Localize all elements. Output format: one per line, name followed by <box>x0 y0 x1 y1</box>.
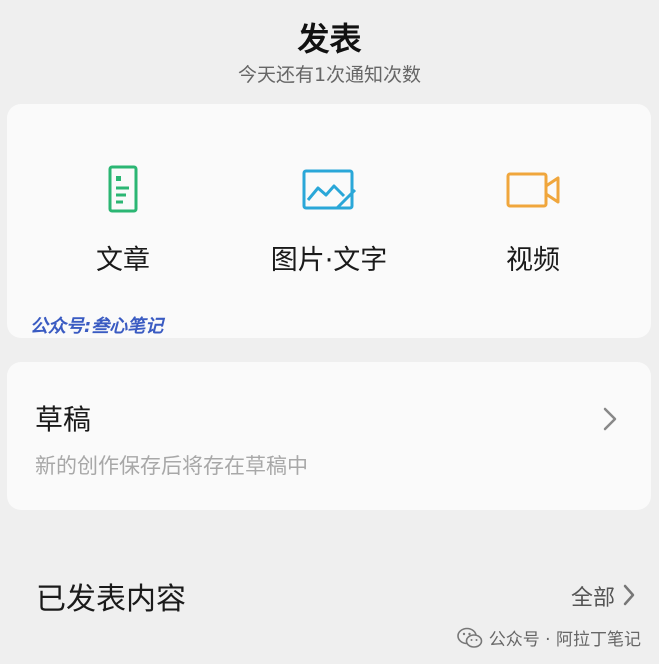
drafts-card[interactable]: 草稿 新的创作保存后将存在草稿中 <box>7 362 651 510</box>
drafts-title: 草稿 <box>35 403 92 436</box>
published-content-title: 已发表内容 <box>36 582 186 617</box>
publish-article-label: 文章 <box>96 245 150 276</box>
footer-watermark: 公众号 · 阿拉丁笔记 <box>456 625 641 650</box>
view-all-link[interactable]: 全部 <box>571 580 615 612</box>
header: 发表 今天还有1次通知次数 <box>0 0 659 100</box>
publish-page: 发表 今天还有1次通知次数 文章 图片·文字 视频 公众号:叁心笔记 草稿 新的… <box>0 0 659 664</box>
drafts-description: 新的创作保存后将存在草稿中 <box>35 454 308 478</box>
publish-video-label: 视频 <box>506 245 560 276</box>
page-title: 发表 <box>297 20 362 58</box>
chevron-right-icon[interactable] <box>621 582 637 608</box>
article-icon <box>108 165 138 213</box>
watermark-text: 公众号:叁心笔记 <box>30 316 164 337</box>
publish-video-button[interactable]: 视频 <box>433 162 633 282</box>
video-icon <box>506 172 560 208</box>
publish-article-button[interactable]: 文章 <box>23 162 223 282</box>
notification-count-text: 今天还有1次通知次数 <box>237 64 422 86</box>
footer-watermark-text: 公众号 · 阿拉丁笔记 <box>488 630 641 650</box>
published-content-row: 已发表内容 全部 <box>0 560 659 630</box>
publish-options-card: 文章 图片·文字 视频 公众号:叁心笔记 <box>7 104 651 338</box>
image-text-icon <box>302 169 357 210</box>
wechat-icon <box>456 627 483 648</box>
publish-image-text-button[interactable]: 图片·文字 <box>229 162 429 282</box>
publish-image-text-label: 图片·文字 <box>270 245 388 276</box>
chevron-right-icon <box>603 407 617 431</box>
